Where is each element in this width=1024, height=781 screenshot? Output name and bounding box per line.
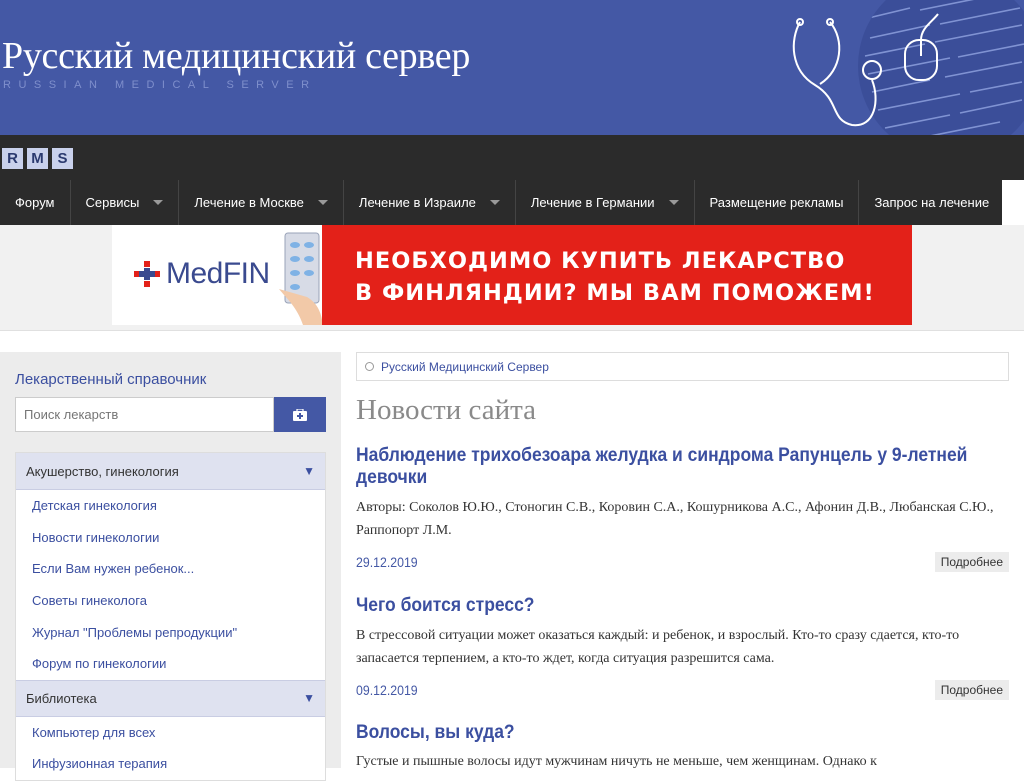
banner-message: НЕОБХОДИМО КУПИТЬ ЛЕКАРСТВО В ФИНЛЯНДИИ?… [355, 245, 875, 309]
category-link[interactable]: Если Вам нужен ребенок... [16, 553, 325, 585]
nav-item-forum[interactable]: Форум [0, 180, 71, 225]
logo-letter-r: R [2, 148, 23, 169]
category-link[interactable]: Новости гинекологии [16, 522, 325, 554]
news-title[interactable]: Наблюдение трихобезоара желудка и синдро… [356, 445, 1005, 489]
breadcrumb: Русский Медицинский Сервер [356, 352, 1009, 381]
category-link[interactable]: Инфузионная терапия [16, 748, 325, 780]
news-item: Волосы, вы куда? Густые и пышные волосы … [356, 722, 1009, 774]
nav-item-services[interactable]: Сервисы [71, 180, 180, 225]
news-meta: 09.12.2019 Подробнее [356, 678, 1009, 704]
site-header: Русский медицинский сервер RUSSIAN MEDIC… [0, 0, 1024, 135]
drug-search-input[interactable] [15, 397, 274, 432]
news-date: 29.12.2019 [356, 554, 418, 570]
category-header-library[interactable]: Библиотека ▼ [16, 679, 325, 717]
category-name: Акушерство, гинекология [26, 463, 179, 479]
top-bar: R M S [0, 135, 1024, 180]
circle-icon [365, 362, 374, 371]
site-title[interactable]: Русский медицинский сервер [2, 34, 470, 78]
nav-item-israel[interactable]: Лечение в Израиле [344, 180, 516, 225]
nav-label: Лечение в Москве [194, 195, 304, 210]
triangle-down-icon: ▼ [303, 691, 315, 706]
news-title[interactable]: Волосы, вы куда? [356, 722, 1005, 744]
news-text: Густые и пышные волосы идут мужчинам нич… [356, 754, 877, 769]
category-link[interactable]: Компьютер для всех [16, 717, 325, 749]
rms-logo[interactable]: R M S [2, 148, 73, 169]
banner-message-area: НЕОБХОДИМО КУПИТЬ ЛЕКАРСТВО В ФИНЛЯНДИИ?… [322, 225, 912, 325]
medkit-icon [293, 408, 307, 421]
category-list: Акушерство, гинекология ▼ Детская гинеко… [15, 452, 326, 781]
caret-down-icon [317, 200, 328, 205]
triangle-down-icon: ▼ [303, 464, 315, 478]
news-title[interactable]: Чего боится стресс? [356, 595, 1005, 617]
nav-item-moscow[interactable]: Лечение в Москве [179, 180, 344, 225]
banner-line-2: В ФИНЛЯНДИИ? МЫ ВАМ ПОМОЖЕМ! [355, 280, 875, 306]
logo-letter-m: M [27, 148, 48, 169]
category-link[interactable]: Советы гинеколога [16, 585, 325, 617]
nav-label: Размещение рекламы [709, 195, 844, 210]
nav-label: Лечение в Израиле [358, 195, 476, 210]
banner-line-1: НЕОБХОДИМО КУПИТЬ ЛЕКАРСТВО [355, 248, 846, 274]
news-text: Авторы: Соколов Ю.Ю., Стоногин С.В., Кор… [356, 500, 994, 538]
pill-pack-icon [279, 232, 323, 325]
nav-item-germany[interactable]: Лечение в Германии [516, 180, 695, 225]
logo-letter-s: S [52, 148, 73, 169]
site-subtitle: RUSSIAN MEDICAL SERVER [3, 79, 317, 91]
banner-brand: MedFIN [166, 257, 270, 290]
caret-down-icon [668, 200, 679, 205]
nav-label: Сервисы [85, 195, 140, 210]
news-item: Наблюдение трихобезоара желудка и синдро… [356, 445, 1009, 576]
nav-label: Форум [15, 195, 55, 210]
category-link[interactable]: Журнал "Проблемы репродукции" [16, 616, 325, 648]
breadcrumb-link[interactable]: Русский Медицинский Сервер [381, 360, 549, 374]
medical-cross-icon [134, 261, 160, 287]
nav-item-treatment-request[interactable]: Запрос на лечение [859, 180, 1004, 225]
page-title: Новости сайта [356, 394, 536, 426]
news-item: Чего боится стресс? В стрессовой ситуаци… [356, 595, 1009, 704]
sidebar: Лекарственный справочник Акушерство, гин… [0, 352, 341, 781]
banner-brand-area: MedFIN [112, 225, 323, 325]
news-date: 09.12.2019 [356, 682, 418, 698]
caret-down-icon [489, 200, 500, 205]
news-meta: 29.12.2019 Подробнее [356, 550, 1009, 576]
drug-search-button[interactable] [274, 397, 326, 432]
sidebar-title[interactable]: Лекарственный справочник [15, 371, 206, 388]
category-name: Библиотека [26, 690, 97, 706]
news-text: В стрессовой ситуации может оказаться ка… [356, 628, 960, 666]
more-button[interactable]: Подробнее [934, 680, 1009, 700]
nav-label: Лечение в Германии [530, 195, 655, 210]
category-link[interactable]: Детская гинекология [16, 490, 325, 522]
category-header-obstetrics[interactable]: Акушерство, гинекология ▼ [16, 453, 325, 490]
more-button[interactable]: Подробнее [934, 552, 1009, 572]
nav-label: Запрос на лечение [874, 195, 990, 210]
medfin-banner[interactable]: MedFIN НЕОБХОДИМО КУПИТЬ ЛЕКАРСТВО В ФИН… [112, 225, 912, 325]
category-link[interactable]: Форум по гинекологии [16, 648, 325, 680]
caret-down-icon [153, 200, 164, 205]
nav-item-advertising[interactable]: Размещение рекламы [695, 180, 860, 225]
medfin-logo: MedFIN [134, 257, 270, 291]
main-nav: Форум Сервисы Лечение в Москве Лечение в… [0, 180, 1002, 225]
stethoscope-globe-illustration [792, 0, 1024, 135]
